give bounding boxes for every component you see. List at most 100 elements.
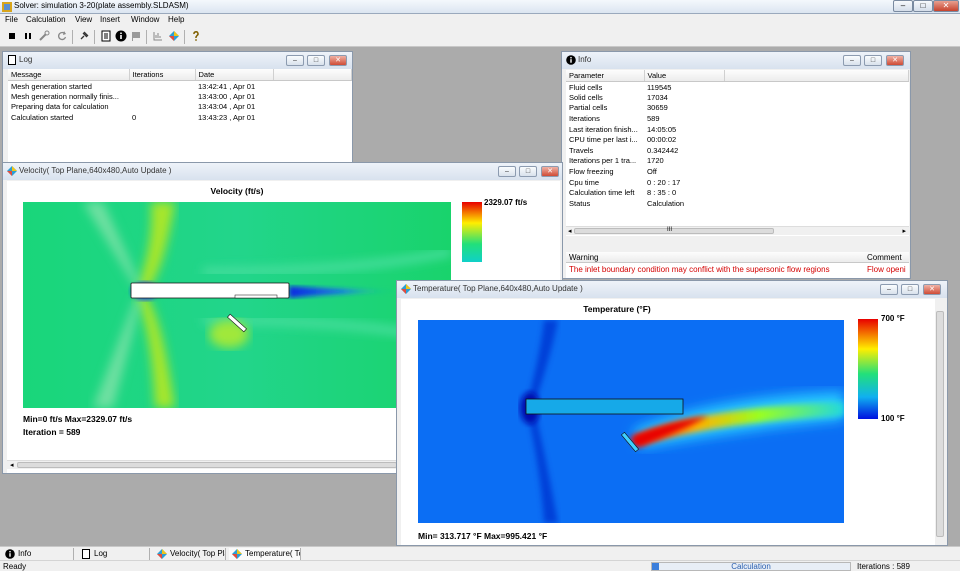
chart-icon[interactable] xyxy=(152,30,164,42)
log-column-header[interactable]: Message xyxy=(8,69,130,81)
temperature-legend-min: 100 °F xyxy=(881,414,905,423)
temperature-contour-plot[interactable] xyxy=(418,320,844,523)
info-column-header[interactable]: Parameter xyxy=(566,70,645,82)
document-icon xyxy=(8,55,16,65)
taskbar-item-info[interactable]: Info xyxy=(2,548,74,560)
temperature-close-button[interactable]: ✕ xyxy=(923,284,941,295)
info-param: CPU time per last i... xyxy=(569,135,638,145)
scroll-right-arrow[interactable]: ▸ xyxy=(902,227,906,235)
help-icon[interactable] xyxy=(190,30,202,42)
info-param: Partial cells xyxy=(569,103,608,113)
scroll-thumb[interactable] xyxy=(936,311,944,537)
table-row[interactable]: Mesh generation started 13:42:41 , Apr 0… xyxy=(8,81,352,92)
scroll-left-arrow[interactable]: ◂ xyxy=(10,461,14,469)
info-value: 00:00:02 xyxy=(647,135,677,145)
info-minimize-button[interactable]: – xyxy=(843,55,861,66)
info-value: 8 : 35 : 0 xyxy=(647,188,677,198)
temperature-window-title-bar[interactable]: Temperature( Top Plane,640x480,Auto Upda… xyxy=(397,281,947,298)
toolbar-separator xyxy=(184,30,185,44)
temperature-maximize-button[interactable]: □ xyxy=(901,284,919,295)
menu-calculation[interactable]: Calculation xyxy=(26,15,66,24)
info-value: Calculation xyxy=(647,198,685,208)
log-cell: 13:43:04 , Apr 01 xyxy=(198,102,256,112)
table-row[interactable]: Travels 0.342442 xyxy=(566,145,909,156)
menu-view[interactable]: View xyxy=(75,15,92,24)
menu-file[interactable]: File xyxy=(5,15,18,24)
wrench-icon[interactable] xyxy=(38,30,50,42)
warning-message[interactable]: The inlet boundary condition may conflic… xyxy=(569,265,863,274)
taskbar-label: Info xyxy=(18,549,32,558)
close-button[interactable]: ✕ xyxy=(933,0,959,12)
toolbar-separator xyxy=(94,30,95,44)
velocity-maximize-button[interactable]: □ xyxy=(519,166,537,177)
menu-window[interactable]: Window xyxy=(131,15,159,24)
stop-icon[interactable] xyxy=(6,30,18,42)
temperature-minimize-button[interactable]: – xyxy=(880,284,898,295)
toolbar-separator xyxy=(72,30,73,44)
table-row[interactable]: CPU time per last i... 00:00:02 xyxy=(566,134,909,145)
table-row[interactable]: Flow freezing Off xyxy=(566,166,909,177)
log-cell xyxy=(129,102,195,113)
log-column-header[interactable]: Iterations xyxy=(129,69,196,81)
info-value: Off xyxy=(647,167,657,177)
refresh-icon[interactable] xyxy=(56,30,68,42)
table-row[interactable]: Solid cells 17034 xyxy=(566,92,909,103)
table-row[interactable]: Mesh generation normally finis... 13:43:… xyxy=(8,91,352,102)
flow-icon[interactable] xyxy=(168,30,180,42)
info-window-title-bar[interactable]: Info – □ ✕ xyxy=(562,52,910,69)
table-row[interactable]: Status Calculation xyxy=(566,198,909,209)
log-window-title-bar[interactable]: Log – □ ✕ xyxy=(3,52,352,69)
temperature-color-legend xyxy=(858,319,878,419)
scroll-thumb[interactable] xyxy=(17,462,397,468)
velocity-window-title-bar[interactable]: Velocity( Top Plane,640x480,Auto Update … xyxy=(3,163,562,180)
info-horizontal-scrollbar[interactable]: ◂ III ▸ xyxy=(566,226,909,235)
log-cell: 13:43:23 , Apr 01 xyxy=(198,113,256,123)
table-row[interactable]: Iterations 589 xyxy=(566,113,909,124)
scroll-thumb[interactable]: III xyxy=(574,227,774,234)
menu-help[interactable]: Help xyxy=(168,15,184,24)
table-row[interactable]: Partial cells 30659 xyxy=(566,103,909,114)
flag-icon[interactable] xyxy=(130,30,142,42)
menu-insert[interactable]: Insert xyxy=(100,15,120,24)
info-maximize-button[interactable]: □ xyxy=(864,55,882,66)
info-column-header[interactable]: Value xyxy=(644,70,725,82)
info-close-button[interactable]: ✕ xyxy=(886,55,904,66)
minimize-button[interactable]: – xyxy=(893,0,913,12)
table-row[interactable]: Cpu time 0 : 20 : 17 xyxy=(566,177,909,188)
document-icon[interactable] xyxy=(100,30,112,42)
table-row[interactable]: Calculation time left 8 : 35 : 0 xyxy=(566,187,909,198)
table-row[interactable]: Fluid cells 119545 xyxy=(566,82,909,93)
pause-icon[interactable] xyxy=(22,30,34,42)
log-cell: Calculation started xyxy=(11,113,74,123)
velocity-close-button[interactable]: ✕ xyxy=(541,166,559,177)
calculation-progress-bar: Calculation xyxy=(651,562,851,571)
table-row[interactable]: Calculation started 0 13:43:23 , Apr 01 xyxy=(8,112,352,123)
pin-icon[interactable] xyxy=(78,30,90,42)
log-minimize-button[interactable]: – xyxy=(286,55,304,66)
comment-column-header[interactable]: Comment xyxy=(867,253,902,262)
flow-icon xyxy=(232,549,242,559)
table-row[interactable]: Iterations per 1 tra... 1720 xyxy=(566,156,909,167)
taskbar-item-temperature[interactable]: Temperature( To xyxy=(229,548,301,560)
velocity-minimize-button[interactable]: – xyxy=(498,166,516,177)
log-column-header[interactable]: Date xyxy=(195,69,274,81)
info-value: 0 : 20 : 17 xyxy=(647,177,681,187)
log-maximize-button[interactable]: □ xyxy=(307,55,325,66)
solver-app-icon xyxy=(2,2,12,12)
info-icon[interactable] xyxy=(115,30,127,42)
log-window: Log – □ ✕ Message Iterations Date Mesh g… xyxy=(2,51,353,163)
temperature-vertical-scrollbar[interactable] xyxy=(935,311,945,543)
table-row[interactable]: Preparing data for calculation 13:43:04 … xyxy=(8,102,352,113)
warning-column-header[interactable]: Warning xyxy=(569,253,599,262)
progress-label: Calculation xyxy=(731,562,771,571)
log-cell xyxy=(129,81,195,92)
iterations-status: Iterations : 589 xyxy=(857,562,910,571)
taskbar-item-velocity[interactable]: Velocity( Top Pla xyxy=(154,548,226,560)
taskbar-item-log[interactable]: Log xyxy=(78,548,150,560)
scroll-left-arrow[interactable]: ◂ xyxy=(568,227,572,235)
table-row[interactable]: Last iteration finish... 14:05:05 xyxy=(566,124,909,135)
velocity-contour-plot[interactable] xyxy=(23,202,451,408)
maximize-button[interactable]: □ xyxy=(913,0,933,12)
log-cell: 13:42:41 , Apr 01 xyxy=(198,81,256,91)
log-close-button[interactable]: ✕ xyxy=(329,55,347,66)
